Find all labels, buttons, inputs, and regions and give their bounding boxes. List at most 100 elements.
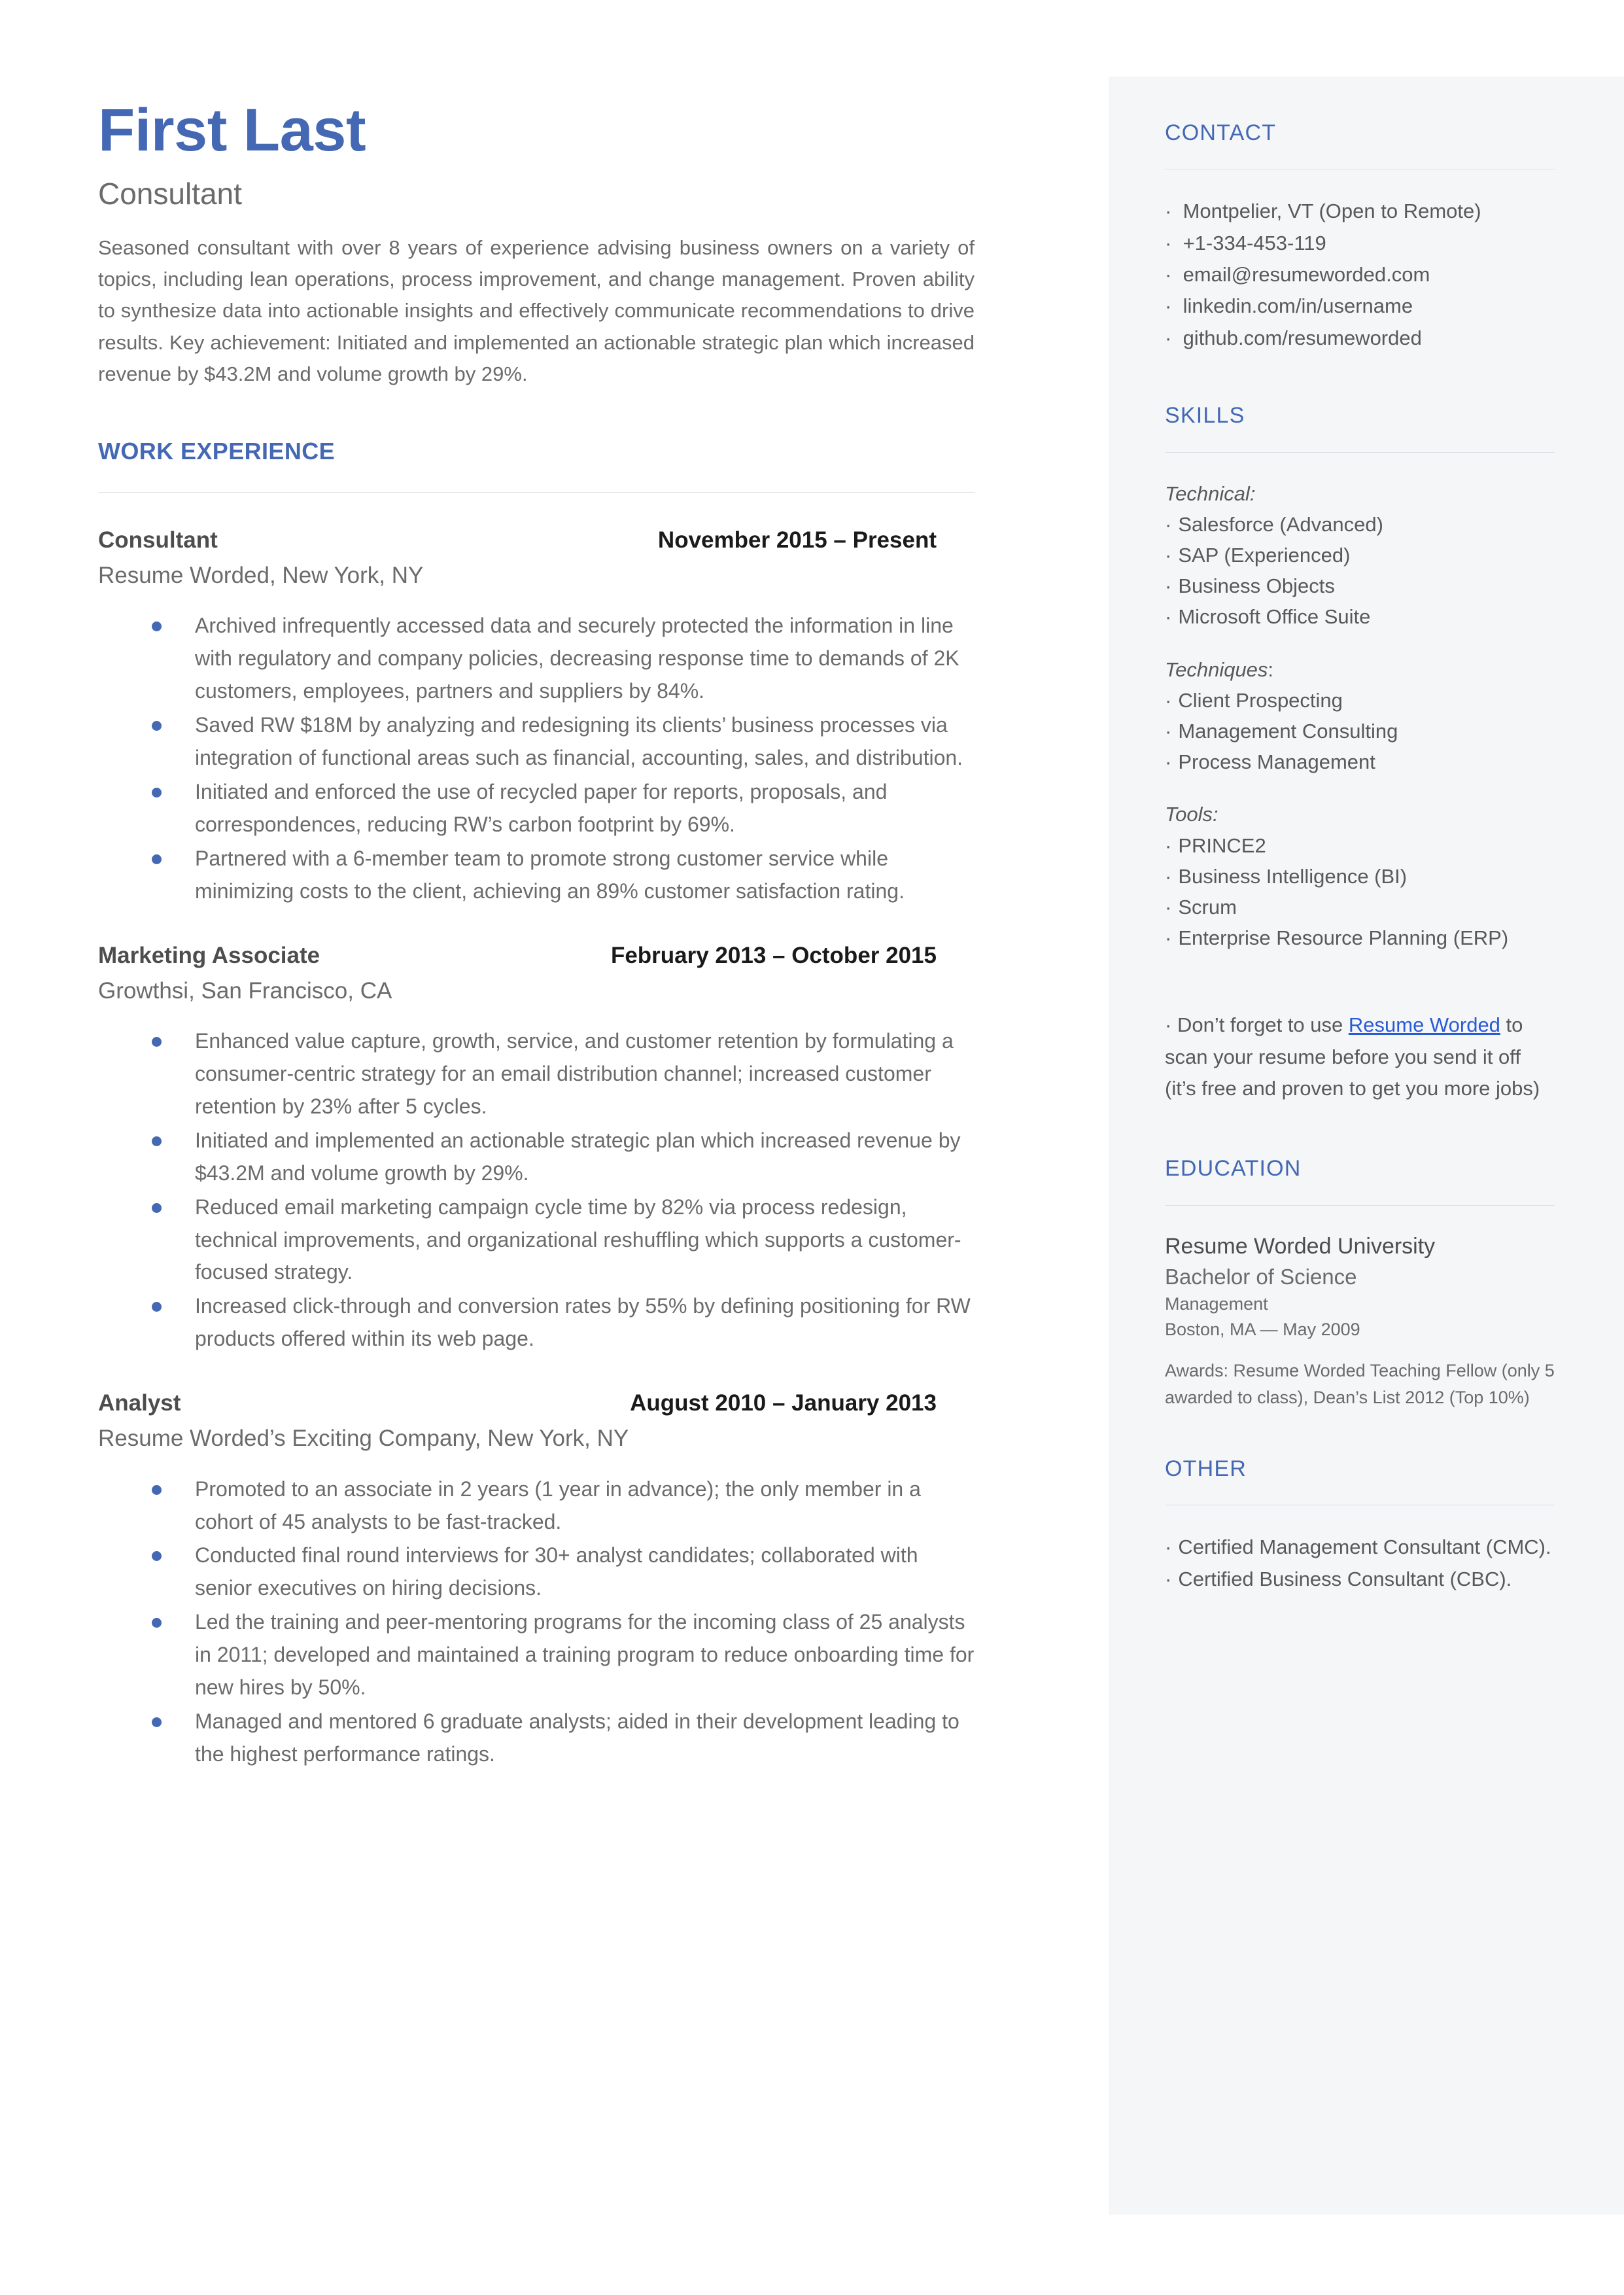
skill-group-label-main: Technical: — [1165, 482, 1256, 505]
skill-item-text: Process Management — [1178, 750, 1375, 774]
bullet-glyph: · — [1165, 689, 1172, 712]
bullet-glyph: · — [1165, 513, 1172, 536]
bullet-glyph: · — [1165, 574, 1172, 598]
skills-groups: Technical: · Salesforce (Advanced) · SAP (Ex… — [1165, 479, 1555, 954]
contact-item-text: linkedin.com/in/username — [1183, 294, 1413, 318]
job-entry: Marketing Associate February 2013 – Octob… — [98, 942, 975, 1356]
bullet-glyph: · — [1165, 926, 1172, 950]
skill-item: · Process Management — [1165, 746, 1555, 777]
job-title: Marketing Associate — [98, 942, 320, 968]
job-bullet: Partnered with a 6-member team to promot… — [98, 843, 975, 908]
job-company: Resume Worded, New York, NY — [98, 562, 424, 588]
skill-group-label: Tools: — [1165, 799, 1555, 830]
education-divider — [1165, 1204, 1555, 1206]
contact-item-text: +1-334-453-119 — [1183, 231, 1326, 254]
bullet-glyph: · — [1165, 294, 1183, 318]
contact-list: · Montpelier, VT (Open to Remote) · +1-33… — [1165, 196, 1555, 354]
job-header-row: Consultant November 2015 – Present — [98, 527, 975, 554]
skill-group-label: Techniques: — [1165, 655, 1555, 686]
skill-item: · Client Prospecting — [1165, 685, 1555, 716]
skill-item-text: Business Intelligence (BI) — [1178, 864, 1408, 888]
skill-group-label: Technical: — [1165, 479, 1555, 510]
contact-item: · Montpelier, VT (Open to Remote) — [1165, 196, 1555, 227]
contact-item-text: email@resumeworded.com — [1183, 263, 1430, 287]
other-list: · Certified Management Consultant (CMC). ·… — [1165, 1532, 1555, 1595]
skill-item: · SAP (Experienced) — [1165, 540, 1555, 570]
resume-worded-link[interactable]: Resume Worded — [1349, 1013, 1500, 1036]
resume-page: First Last Consultant Seasoned consultan… — [0, 0, 1624, 2295]
bullet-glyph: · — [1165, 263, 1183, 287]
candidate-name: First Last — [98, 97, 366, 164]
resume-worded-promo: · Don’t forget to use Resume Worded to s… — [1165, 1009, 1555, 1104]
job-bullet: Archived infrequently accessed data and … — [98, 610, 975, 708]
work-experience-list: Consultant November 2015 – Present Resume … — [98, 527, 975, 1771]
education-degree: Bachelor of Science — [1165, 1264, 1357, 1289]
section-heading-contact: CONTACT — [1165, 120, 1277, 145]
job-bullet-list: Promoted to an associate in 2 years (1 y… — [98, 1473, 975, 1771]
work-experience-divider — [98, 491, 975, 493]
bullet-glyph: · — [1165, 1567, 1172, 1590]
promo-prefix: Don’t forget to use — [1177, 1013, 1349, 1037]
education-awards: Awards: Resume Worded Teaching Fellow (o… — [1165, 1360, 1555, 1407]
job-title: Analyst — [98, 1390, 181, 1416]
contact-item: · +1-334-453-119 — [1165, 228, 1555, 259]
job-company: Resume Worded’s Exciting Company, New Yo… — [98, 1426, 629, 1452]
professional-summary: Seasoned consultant with over 8 years of… — [98, 236, 975, 385]
sidebar: CONTACT · Montpelier, VT (Open to Remote… — [1109, 77, 1624, 2215]
other-item-text: Certified Management Consultant (CMC). — [1178, 1535, 1551, 1559]
section-heading-education: EDUCATION — [1165, 1156, 1302, 1182]
bullet-glyph: · — [1165, 200, 1183, 223]
bullet-glyph: · — [1165, 231, 1183, 254]
section-heading-other: OTHER — [1165, 1456, 1247, 1481]
bullet-glyph: · — [1165, 864, 1172, 888]
bullet-glyph: · — [1165, 833, 1172, 857]
job-bullet: Managed and mentored 6 graduate analysts… — [98, 1706, 975, 1771]
skill-item-text: PRINCE2 — [1178, 833, 1266, 857]
contact-item-text: github.com/resumeworded — [1183, 326, 1422, 349]
other-item: · Certified Management Consultant (CMC). — [1165, 1532, 1555, 1563]
skill-item-text: Salesforce (Advanced) — [1178, 513, 1383, 536]
job-bullet: Promoted to an associate in 2 years (1 y… — [98, 1473, 975, 1539]
job-bullet-list: Enhanced value capture, growth, service,… — [98, 1025, 975, 1356]
bullet-glyph: · — [1165, 1535, 1172, 1559]
bullet-glyph: · — [1165, 720, 1172, 743]
skill-item: · Business Objects — [1165, 570, 1555, 601]
skill-item: · Business Intelligence (BI) — [1165, 861, 1555, 892]
skill-item-text: Business Objects — [1178, 574, 1335, 598]
job-bullet: Initiated and implemented an actionable … — [98, 1125, 975, 1190]
education-location-date: Boston, MA — May 2009 — [1165, 1319, 1360, 1339]
job-header-row: Marketing Associate February 2013 – Octob… — [98, 942, 975, 970]
job-dates: August 2010 – January 2013 — [630, 1390, 937, 1416]
job-bullet: Initiated and enforced the use of recycl… — [98, 776, 975, 841]
skill-group-label-main: Techniques — [1165, 657, 1268, 681]
skill-item: · Enterprise Resource Planning (ERP) — [1165, 922, 1555, 953]
job-bullet: Increased click-through and conversion r… — [98, 1290, 975, 1356]
job-bullet: Enhanced value capture, growth, service,… — [98, 1025, 975, 1123]
skill-item-text: Scrum — [1178, 896, 1237, 919]
skill-item: · Scrum — [1165, 892, 1555, 922]
job-entry: Analyst August 2010 – January 2013 Resume … — [98, 1390, 975, 1771]
candidate-role: Consultant — [98, 177, 242, 211]
job-dates: February 2013 – October 2015 — [610, 942, 937, 968]
bullet-glyph: · — [1165, 605, 1172, 629]
skill-item: · PRINCE2 — [1165, 830, 1555, 861]
job-dates: November 2015 – Present — [657, 527, 937, 553]
job-bullet-list: Archived infrequently accessed data and … — [98, 610, 975, 907]
skill-group-label-main: Tools: — [1165, 803, 1218, 826]
education-school: Resume Worded University — [1165, 1233, 1436, 1259]
other-item: · Certified Business Consultant (CBC). — [1165, 1564, 1555, 1595]
bullet-glyph: · — [1165, 750, 1172, 774]
bullet-glyph: · — [1165, 896, 1172, 919]
skill-list: · Salesforce (Advanced) · SAP (Experienced)… — [1165, 509, 1555, 632]
skill-group: Tools: · PRINCE2 · Business Intelligence (BI… — [1165, 799, 1555, 953]
job-bullet: Conducted final round interviews for 30+… — [98, 1539, 975, 1605]
promo-bullet: · — [1165, 1013, 1172, 1037]
bullet-glyph: · — [1165, 326, 1183, 349]
job-bullet: Led the training and peer-mentoring prog… — [98, 1606, 975, 1704]
job-bullet: Reduced email marketing campaign cycle t… — [98, 1191, 975, 1289]
skill-item-text: Microsoft Office Suite — [1178, 605, 1371, 629]
contact-item: · linkedin.com/in/username — [1165, 290, 1555, 322]
skill-item-text: Management Consulting — [1178, 720, 1398, 743]
job-header-row: Analyst August 2010 – January 2013 — [98, 1390, 975, 1417]
skill-item-text: SAP (Experienced) — [1178, 544, 1351, 567]
